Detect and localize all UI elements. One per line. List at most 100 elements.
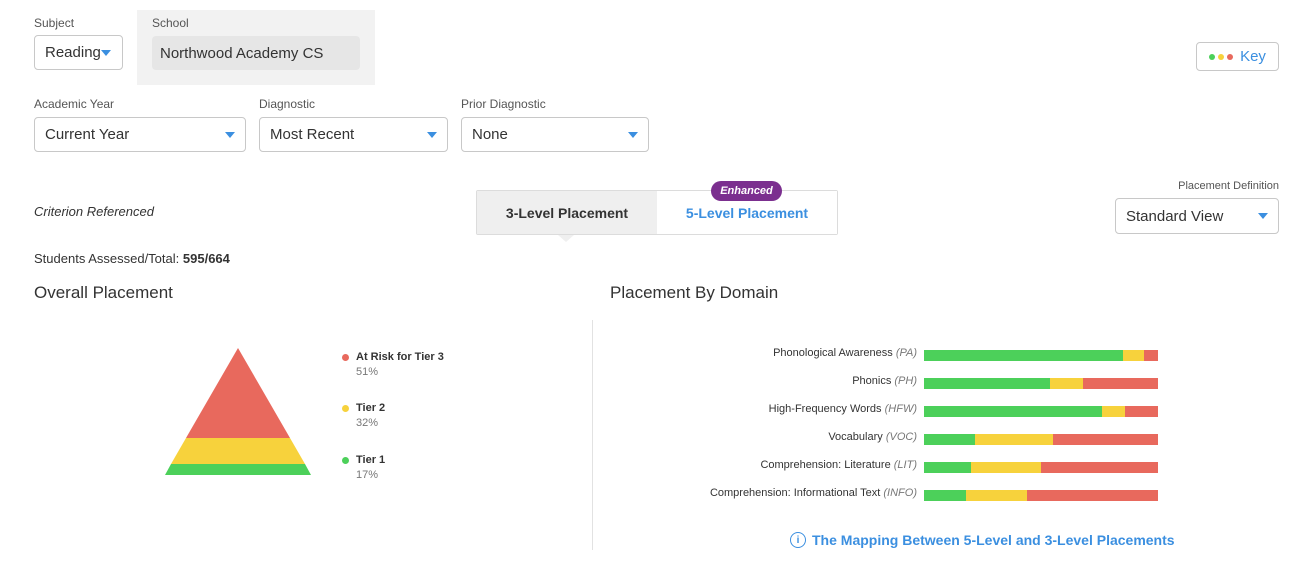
subject-value: Reading <box>45 44 101 61</box>
domain-row: Comprehension: Literature (LIT) <box>640 459 1160 474</box>
domain-row: Comprehension: Informational Text (INFO) <box>640 487 1160 502</box>
dot-red-icon <box>342 353 349 361</box>
domain-row: Phonological Awareness (PA) <box>640 347 1160 362</box>
domain-name: Vocabulary <box>828 431 883 443</box>
domain-row: Vocabulary (VOC) <box>640 431 1160 446</box>
diagnostic-select[interactable]: Most Recent <box>259 117 448 152</box>
legend-pct: 51% <box>356 366 379 378</box>
domain-label: Vocabulary (VOC) <box>828 431 917 443</box>
chevron-down-icon <box>628 132 638 138</box>
key-label: Key <box>1240 48 1266 65</box>
prior-diagnostic-label: Prior Diagnostic <box>461 97 546 111</box>
mapping-link-label: The Mapping Between 5-Level and 3-Level … <box>812 532 1175 548</box>
pyramid-tier2 <box>171 438 305 464</box>
diagnostic-value: Most Recent <box>270 126 355 143</box>
bar-segment-yellow <box>970 462 1041 473</box>
domain-label: Phonics (PH) <box>852 375 917 387</box>
domain-label: Comprehension: Informational Text (INFO) <box>710 487 917 499</box>
bar-segment-yellow <box>966 490 1027 501</box>
domain-name: High-Frequency Words <box>768 403 882 415</box>
domain-row: High-Frequency Words (HFW) <box>640 403 1160 418</box>
active-tab-pointer <box>558 235 574 242</box>
chevron-down-icon <box>427 132 437 138</box>
prior-diagnostic-select[interactable]: None <box>461 117 649 152</box>
legend-pct: 17% <box>356 469 379 481</box>
dot-yellow-icon <box>342 404 349 412</box>
domain-stacked-bar <box>924 378 1158 389</box>
school-label: School <box>152 16 189 30</box>
enhanced-badge: Enhanced <box>711 181 782 201</box>
key-button[interactable]: Key <box>1196 42 1279 71</box>
academic-year-value: Current Year <box>45 126 130 143</box>
domain-abbr: (LIT) <box>893 459 917 471</box>
domain-stacked-bar <box>924 406 1158 417</box>
pyramid-tier3 <box>186 348 290 438</box>
domain-abbr: (PA) <box>895 347 917 359</box>
bar-segment-yellow <box>1122 350 1144 361</box>
bar-segment-yellow <box>1050 378 1084 389</box>
domain-stacked-bar <box>924 350 1158 361</box>
subject-label: Subject <box>34 16 75 30</box>
bar-segment-red <box>1125 406 1158 417</box>
domain-row: Phonics (PH) <box>640 375 1160 390</box>
legend-name: Tier 1 <box>356 454 386 466</box>
chevron-down-icon <box>225 132 235 138</box>
domain-stacked-bar <box>924 434 1158 445</box>
placement-definition-value: Standard View <box>1126 207 1224 225</box>
criterion-label: Criterion Referenced <box>34 204 154 219</box>
three-level-tab[interactable]: 3-Level Placement <box>477 191 657 234</box>
domain-name: Phonics <box>852 375 892 387</box>
students-assessed-value: 595/664 <box>182 251 230 266</box>
dot-red-icon <box>1227 53 1234 60</box>
domain-stacked-bar <box>924 462 1158 473</box>
bar-segment-yellow <box>1101 406 1126 417</box>
bar-segment-green <box>924 350 1123 361</box>
school-field: Northwood Academy CS <box>152 36 360 70</box>
domain-abbr: (INFO) <box>883 487 917 499</box>
placement-definition-select[interactable]: Standard View <box>1115 198 1279 234</box>
placement-pyramid <box>165 348 311 475</box>
students-assessed: Students Assessed/Total: 595/664 <box>34 251 230 266</box>
legend-item: Tier 2 32% <box>342 402 385 429</box>
domain-name: Comprehension: Informational Text <box>709 487 881 499</box>
students-assessed-label: Students Assessed/Total: <box>34 251 180 266</box>
pyramid-tier1 <box>165 464 311 475</box>
bar-segment-red <box>1026 490 1158 501</box>
bar-segment-red <box>1143 350 1158 361</box>
mapping-link[interactable]: i The Mapping Between 5-Level and 3-Leve… <box>790 532 1175 548</box>
chevron-down-icon <box>101 50 111 56</box>
legend-item: Tier 1 17% <box>342 454 385 481</box>
bar-segment-green <box>924 490 967 501</box>
domain-stacked-bar <box>924 490 1158 501</box>
subject-select[interactable]: Reading <box>34 35 123 70</box>
bar-segment-red <box>1040 462 1158 473</box>
legend-item: At Risk for Tier 3 51% <box>342 351 444 378</box>
overall-placement-title: Overall Placement <box>34 283 173 302</box>
placement-toggle: 3-Level Placement 5-Level Placement <box>476 190 838 235</box>
bar-segment-green <box>924 378 1051 389</box>
legend-pct: 32% <box>356 417 379 429</box>
domain-abbr: (VOC) <box>885 431 917 443</box>
dot-yellow-icon <box>1218 53 1225 60</box>
domain-name: Comprehension: Literature <box>760 459 891 471</box>
bar-segment-green <box>924 434 976 445</box>
placement-definition-label: Placement Definition <box>1178 180 1279 192</box>
prior-diagnostic-value: None <box>472 126 508 143</box>
domain-label: Comprehension: Literature (LIT) <box>760 459 917 471</box>
dot-green-icon <box>1209 53 1216 60</box>
legend-name: Tier 2 <box>356 402 386 414</box>
domain-label: High-Frequency Words (HFW) <box>769 403 917 415</box>
bar-segment-red <box>1083 378 1158 389</box>
domain-label: Phonological Awareness (PA) <box>773 347 917 359</box>
bar-segment-green <box>924 462 971 473</box>
domain-name: Phonological Awareness <box>773 347 893 359</box>
placement-by-domain-title: Placement By Domain <box>610 283 779 302</box>
diagnostic-label: Diagnostic <box>259 97 316 111</box>
domain-abbr: (HFW) <box>884 403 917 415</box>
academic-year-select[interactable]: Current Year <box>34 117 246 152</box>
info-icon: i <box>790 532 806 548</box>
domain-abbr: (PH) <box>894 375 917 387</box>
bar-segment-green <box>924 406 1102 417</box>
bar-segment-red <box>1052 434 1158 445</box>
bar-segment-yellow <box>975 434 1053 445</box>
